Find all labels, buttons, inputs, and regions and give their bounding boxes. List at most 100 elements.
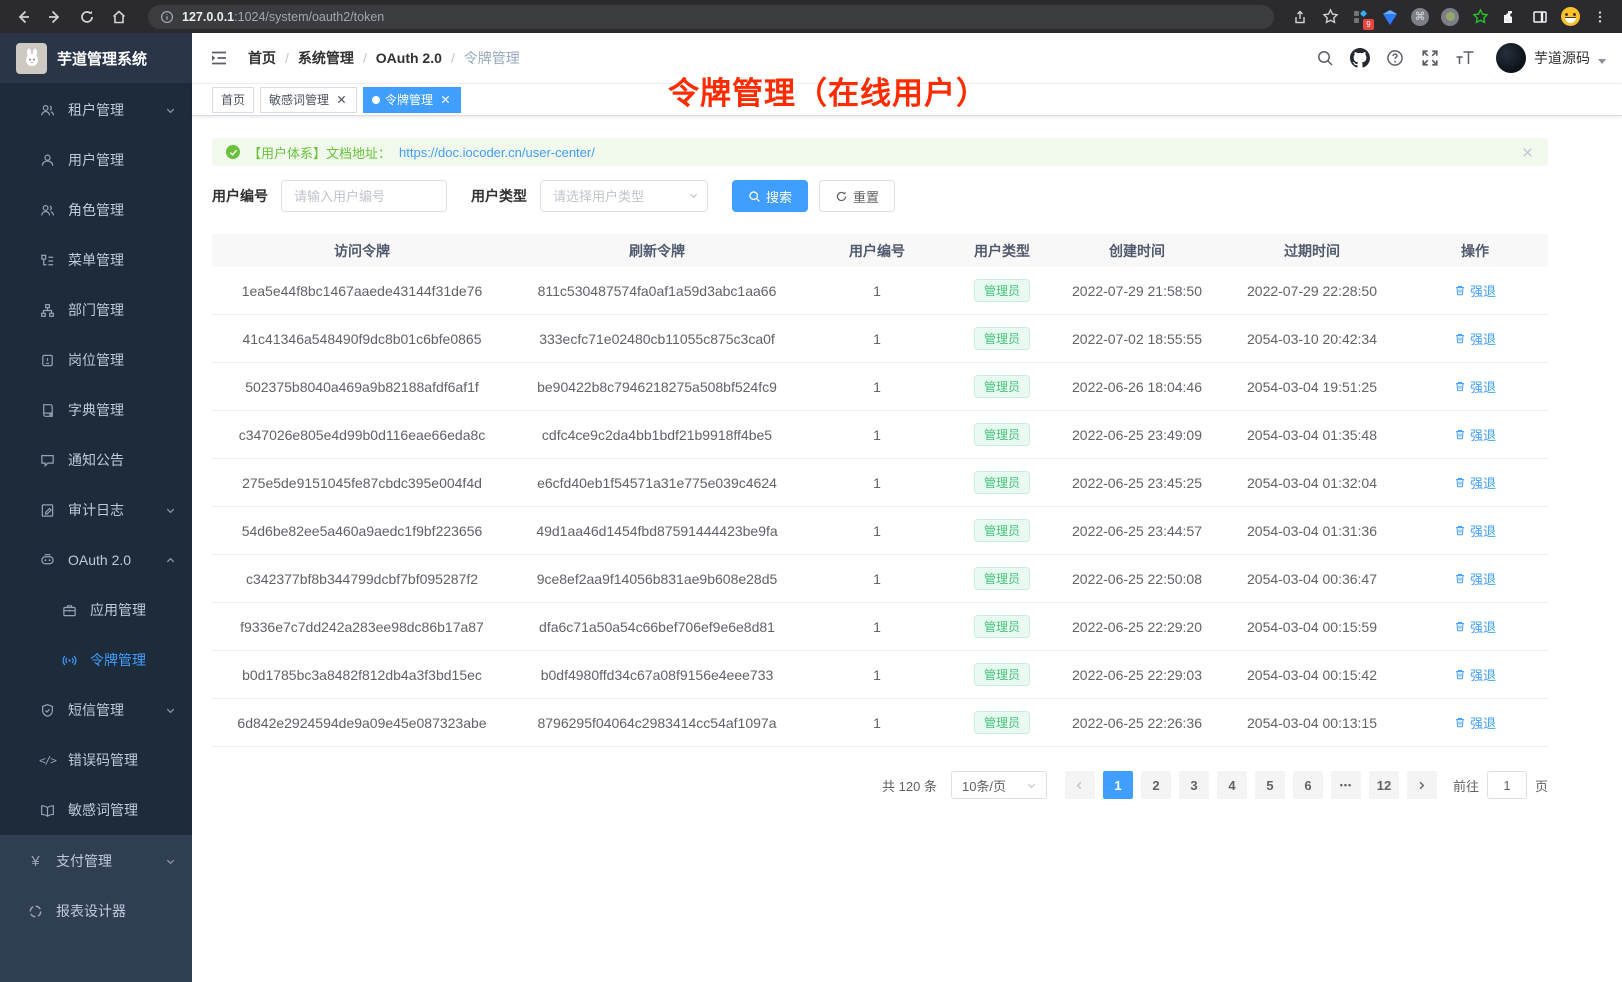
access-token-cell: b0d1785bc3a8482f812db4a3f3bd15ec: [212, 667, 512, 683]
page-button-3[interactable]: 3: [1179, 771, 1209, 799]
sidebar-bottom-section: ¥ 支付管理 报表设计器: [0, 835, 192, 982]
recorder-extension-icon[interactable]: [1440, 7, 1460, 27]
sidebar-item-sms-management[interactable]: 短信管理: [0, 685, 192, 735]
next-page-button[interactable]: [1407, 771, 1437, 799]
sidebar-collapse-icon[interactable]: [208, 47, 230, 69]
force-logout-button[interactable]: 强退: [1454, 473, 1496, 492]
url-host: 127.0.0.1: [182, 10, 234, 24]
tab-sensitive-word[interactable]: 敏感词管理: [260, 87, 357, 113]
action-cell: 强退: [1402, 713, 1548, 732]
user-type-badge: 管理员: [974, 375, 1030, 398]
user-type-cell: 管理员: [952, 471, 1052, 494]
goto-page-input[interactable]: [1487, 771, 1527, 799]
user-id-cell: 1: [802, 667, 952, 683]
page-button-5[interactable]: 5: [1255, 771, 1285, 799]
command-extension-icon[interactable]: ⌘: [1410, 7, 1430, 27]
page-button-4[interactable]: 4: [1217, 771, 1247, 799]
fullscreen-icon[interactable]: [1420, 48, 1440, 68]
filter-form: 用户编号 用户类型 搜索 重置: [212, 180, 1548, 212]
app-logo[interactable]: 芋道管理系统: [0, 33, 192, 83]
breadcrumb-home[interactable]: 首页: [248, 48, 276, 68]
tab-token-management[interactable]: 令牌管理: [363, 87, 461, 113]
font-size-icon[interactable]: [1455, 48, 1475, 68]
browser-home-icon[interactable]: [106, 4, 132, 30]
page-size-select[interactable]: 10条/页: [951, 771, 1047, 799]
force-logout-button[interactable]: 强退: [1454, 329, 1496, 348]
alert-close-icon[interactable]: [1520, 145, 1534, 159]
search-icon[interactable]: [1315, 48, 1335, 68]
search-icon: [748, 190, 761, 203]
sidebar-item-dict-management[interactable]: 字典管理: [0, 385, 192, 435]
sidebar-item-app-management[interactable]: 应用管理: [0, 585, 192, 635]
sidebar-item-tenant-management[interactable]: 租户管理: [0, 85, 192, 135]
sidebar-item-role-management[interactable]: 角色管理: [0, 185, 192, 235]
reset-button[interactable]: 重置: [819, 180, 895, 212]
github-icon[interactable]: [1350, 48, 1370, 68]
sidebar-item-token-management[interactable]: 令牌管理: [0, 635, 192, 685]
sidebar-item-report-designer[interactable]: 报表设计器: [0, 886, 192, 936]
user-type-select[interactable]: [540, 180, 708, 212]
browser-menu-icon[interactable]: [1590, 7, 1610, 27]
site-info-icon[interactable]: [160, 10, 174, 24]
star-extension-icon[interactable]: [1470, 7, 1490, 27]
user-type-cell: 管理员: [952, 375, 1052, 398]
share-icon[interactable]: [1290, 7, 1310, 27]
user-type-badge: 管理员: [974, 327, 1030, 350]
page-button-2[interactable]: 2: [1141, 771, 1171, 799]
sidebar-item-menu-management[interactable]: 菜单管理: [0, 235, 192, 285]
created-time-cell: 2022-07-02 18:55:55: [1052, 331, 1222, 347]
browser-back-icon[interactable]: [10, 4, 36, 30]
tab-home[interactable]: 首页: [212, 87, 254, 113]
chevron-down-icon: [165, 505, 176, 516]
user-id-cell: 1: [802, 475, 952, 491]
trash-icon: [1454, 524, 1466, 537]
user-id-cell: 1: [802, 715, 952, 731]
page-button-6[interactable]: 6: [1293, 771, 1323, 799]
browser-forward-icon[interactable]: [42, 4, 68, 30]
page-button-12[interactable]: 12: [1369, 771, 1399, 799]
sidebar-item-dept-management[interactable]: 部门管理: [0, 285, 192, 335]
search-button[interactable]: 搜索: [732, 180, 808, 212]
tab-close-icon[interactable]: [438, 93, 452, 107]
address-bar[interactable]: 127.0.0.1:1024/system/oauth2/token: [148, 5, 1274, 29]
user-menu[interactable]: 芋道源码: [1496, 43, 1606, 73]
open-book-icon: [40, 802, 55, 818]
doc-link[interactable]: https://doc.iocoder.cn/user-center/: [399, 145, 595, 160]
force-logout-button[interactable]: 强退: [1454, 281, 1496, 300]
user-type-badge: 管理员: [974, 471, 1030, 494]
sidebar-item-pay-management[interactable]: ¥ 支付管理: [0, 836, 192, 886]
force-logout-button[interactable]: 强退: [1454, 713, 1496, 732]
sidebar-item-audit-log[interactable]: 审计日志: [0, 485, 192, 535]
sidebar-item-oauth2[interactable]: OAuth 2.0: [0, 535, 192, 585]
sidebar-item-sensitive-word-management[interactable]: 敏感词管理: [0, 785, 192, 835]
breadcrumb-oauth[interactable]: OAuth 2.0: [376, 50, 442, 66]
extension-grid-icon[interactable]: 9: [1350, 7, 1370, 27]
user-type-select-input[interactable]: [540, 180, 708, 212]
user-id-input[interactable]: [281, 180, 447, 212]
sidebar-item-notice[interactable]: 通知公告: [0, 435, 192, 485]
force-logout-button[interactable]: 强退: [1454, 617, 1496, 636]
sidebar-item-error-code-management[interactable]: </> 错误码管理: [0, 735, 192, 785]
force-logout-button[interactable]: 强退: [1454, 425, 1496, 444]
puzzle-extension-icon[interactable]: [1500, 7, 1520, 27]
force-logout-button[interactable]: 强退: [1454, 521, 1496, 540]
tab-close-icon[interactable]: [334, 93, 348, 107]
browser-reload-icon[interactable]: [74, 4, 100, 30]
force-logout-button[interactable]: 强退: [1454, 377, 1496, 396]
bookmark-star-icon[interactable]: [1320, 7, 1340, 27]
user-id-cell: 1: [802, 571, 952, 587]
page-button-1[interactable]: 1: [1103, 771, 1133, 799]
sidebar-item-user-management[interactable]: 用户管理: [0, 135, 192, 185]
force-logout-button[interactable]: 强退: [1454, 665, 1496, 684]
chevron-down-icon: [165, 705, 176, 716]
doc-alert-banner: 【用户体系】文档地址： https://doc.iocoder.cn/user-…: [212, 138, 1548, 166]
help-icon[interactable]: [1385, 48, 1405, 68]
side-panel-icon[interactable]: [1530, 7, 1550, 27]
breadcrumb-system[interactable]: 系统管理: [298, 48, 354, 68]
page-ellipsis-button[interactable]: •••: [1331, 771, 1361, 799]
gem-extension-icon[interactable]: [1380, 7, 1400, 27]
profile-avatar-icon[interactable]: [1560, 7, 1580, 27]
sidebar-item-post-management[interactable]: 岗位管理: [0, 335, 192, 385]
force-logout-button[interactable]: 强退: [1454, 569, 1496, 588]
prev-page-button[interactable]: [1065, 771, 1095, 799]
